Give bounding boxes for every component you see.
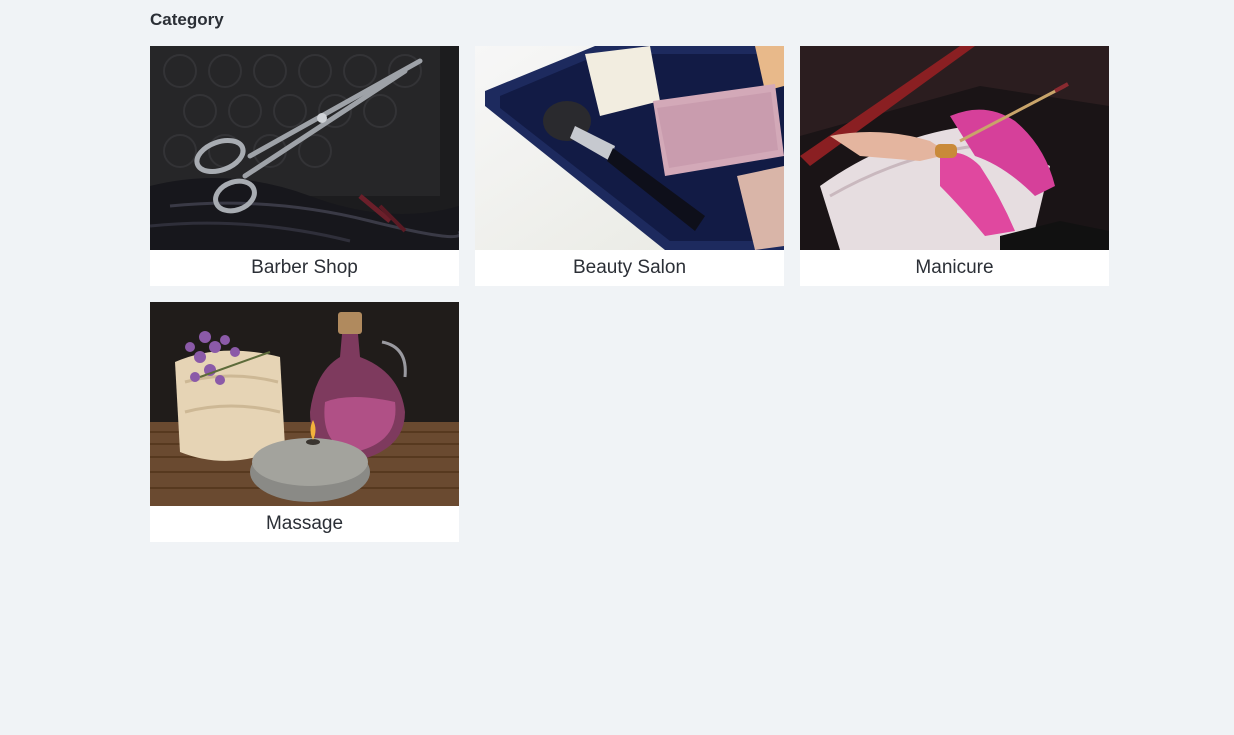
category-card-beauty-salon[interactable]: Beauty Salon	[475, 46, 784, 286]
massage-image	[150, 302, 459, 506]
barber-shop-image	[150, 46, 459, 250]
category-grid: Barber Shop Beauty Salon Manicure Massag…	[150, 46, 1109, 542]
category-page: Category Barber Shop Beauty Salon Manicu…	[0, 0, 1234, 735]
category-label: Barber Shop	[251, 257, 358, 278]
category-card-massage[interactable]: Massage	[150, 302, 459, 542]
category-label: Manicure	[915, 257, 994, 278]
category-card-barber-shop[interactable]: Barber Shop	[150, 46, 459, 286]
beauty-salon-image	[475, 46, 784, 250]
section-title: Category	[150, 10, 224, 29]
category-card-manicure[interactable]: Manicure	[800, 46, 1109, 286]
category-label: Massage	[265, 513, 344, 534]
category-label: Beauty Salon	[572, 257, 687, 278]
manicure-image	[800, 46, 1109, 250]
